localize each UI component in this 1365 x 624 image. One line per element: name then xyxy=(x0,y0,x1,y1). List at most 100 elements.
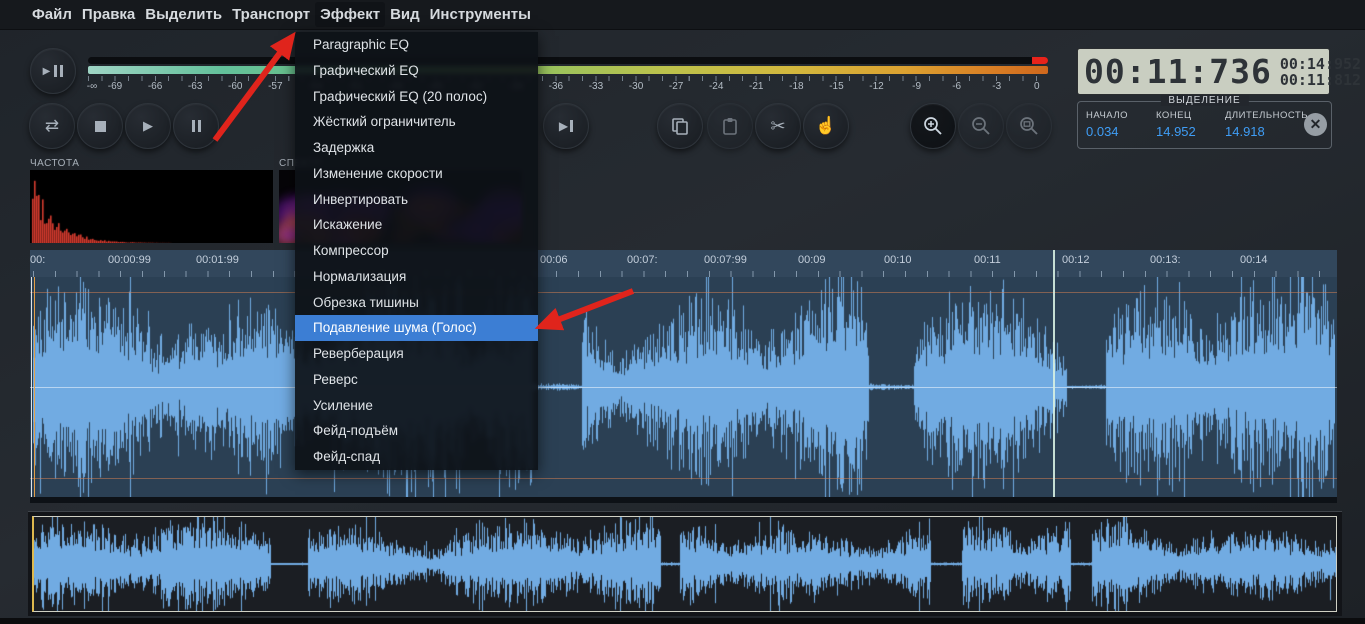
clear-selection-button[interactable]: ✕ xyxy=(1304,113,1327,136)
menubar-item-Инструменты[interactable]: Инструменты xyxy=(425,2,536,27)
scissors-icon: ✂ xyxy=(770,116,785,137)
meter-label: -69 xyxy=(108,81,122,92)
meter-clip-indicator xyxy=(1032,57,1048,64)
meter-label: -6 xyxy=(952,81,961,92)
current-time: 00:11:736 xyxy=(1084,52,1272,91)
effects-menu-item[interactable]: Усиление xyxy=(295,393,538,419)
selection-field: КОНЕЦ14.952 xyxy=(1156,110,1196,139)
paste-icon xyxy=(720,116,740,136)
menubar-item-Файл[interactable]: Файл xyxy=(27,2,77,27)
meter-label: -3 xyxy=(992,81,1001,92)
effects-menu-item[interactable]: Жёсткий ограничитель xyxy=(295,109,538,135)
meter-label: -60 xyxy=(228,81,242,92)
loop-icon: ⇄ xyxy=(45,116,59,136)
effects-menu-item[interactable]: Фейд-спад xyxy=(295,444,538,470)
meter-label: -33 xyxy=(589,81,603,92)
menubar-item-Эффект[interactable]: Эффект xyxy=(315,2,385,27)
effects-menu-item[interactable]: Инвертировать xyxy=(295,187,538,213)
effects-menu-item[interactable]: Обрезка тишины xyxy=(295,290,538,316)
effects-menu-item[interactable]: Компрессор xyxy=(295,238,538,264)
meter-label: -27 xyxy=(669,81,683,92)
play-icon: ▶ xyxy=(43,66,51,77)
timeline-label: 00:10 xyxy=(884,254,912,266)
zoom-in-button[interactable] xyxy=(910,103,956,149)
pause-icon xyxy=(192,120,201,132)
effects-menu-item[interactable]: Нормализация xyxy=(295,264,538,290)
menubar-item-Выделить[interactable]: Выделить xyxy=(140,2,227,27)
effects-menu-item[interactable]: Искажение xyxy=(295,212,538,238)
loop-button[interactable]: ⇄ xyxy=(29,103,75,149)
meter-peak-bar xyxy=(88,57,1048,64)
menubar-item-Правка[interactable]: Правка xyxy=(77,2,140,27)
frequency-analyzer xyxy=(30,170,273,243)
effects-menu-item[interactable]: Графический EQ xyxy=(295,58,538,84)
menubar-item-Транспорт[interactable]: Транспорт xyxy=(227,2,315,27)
selection-panel: ВЫДЕЛЕНИЕ НАЧАЛО0.034КОНЕЦ14.952ДЛИТЕЛЬН… xyxy=(1077,101,1332,149)
stop-icon xyxy=(95,121,106,132)
zoom-out-button[interactable] xyxy=(958,103,1004,149)
menubar-item-Вид[interactable]: Вид xyxy=(385,2,425,27)
timeline-ruler[interactable]: 00:00:00:9900:01:9900:0600:07:00:07:9900… xyxy=(30,250,1337,277)
timeline-label: 00: xyxy=(30,254,45,266)
effects-menu-item[interactable]: Задержка xyxy=(295,135,538,161)
pause-button[interactable] xyxy=(173,103,219,149)
meter-label: -12 xyxy=(869,81,883,92)
selection-field: ДЛИТЕЛЬНОСТЬ14.918 xyxy=(1225,110,1308,139)
effects-menu-item[interactable]: Реверберация xyxy=(295,341,538,367)
skip-end-icon: ▶ xyxy=(559,119,568,133)
effects-menu-item[interactable]: Графический EQ (20 полос) xyxy=(295,84,538,110)
overview-waveform[interactable] xyxy=(33,517,1337,611)
meter-label: -18 xyxy=(789,81,803,92)
effects-menu-item[interactable]: Изменение скорости xyxy=(295,161,538,187)
overview-strip[interactable] xyxy=(28,511,1342,616)
timeline-label: 00:07:99 xyxy=(704,254,747,266)
meter-label: -66 xyxy=(148,81,162,92)
effects-menu-item[interactable]: Paragraphic EQ xyxy=(295,32,538,58)
selection-field: НАЧАЛО0.034 xyxy=(1086,110,1128,139)
zoom-out-icon xyxy=(970,115,992,137)
audio-editor-app: ФайлПравкаВыделитьТранспортЭффектВидИнст… xyxy=(0,0,1365,624)
level-meter: -∞-69-66-63-60-57-54-51-48-45-42-39-36-3… xyxy=(88,55,1048,95)
effects-menu-item[interactable]: Реверс xyxy=(295,367,538,393)
copy-icon xyxy=(670,116,690,136)
meter-label: -∞ xyxy=(87,81,97,92)
waveform-bottom-strip xyxy=(30,497,1337,503)
meter-label: 0 xyxy=(1034,81,1040,92)
effects-menu-item[interactable]: Подавление шума (Голос) xyxy=(295,315,538,341)
waveform-canvas[interactable] xyxy=(33,277,1335,497)
timeline-label: 00:07: xyxy=(627,254,658,266)
draw-tool-button[interactable]: ☝ xyxy=(803,103,849,149)
meter-label: -9 xyxy=(912,81,921,92)
play-pause-button[interactable]: ▶ xyxy=(30,48,76,94)
timeline-label: 00:09 xyxy=(798,254,826,266)
meter-label: -36 xyxy=(549,81,563,92)
remaining-time: 00:11:812 xyxy=(1280,72,1361,88)
effects-menu-item[interactable]: Фейд-подъём xyxy=(295,418,538,444)
timeline-label: 00:00:99 xyxy=(108,254,151,266)
frequency-panel-label: ЧАСТОТА xyxy=(30,158,79,169)
meter-label: -30 xyxy=(629,81,643,92)
copy-button[interactable] xyxy=(657,103,703,149)
selection-panel-title: ВЫДЕЛЕНИЕ xyxy=(1160,95,1248,106)
timeline-label: 00:11 xyxy=(974,254,1001,266)
meter-label: -15 xyxy=(829,81,843,92)
zoom-fit-button[interactable] xyxy=(1006,103,1052,149)
time-display: 00:11:736 00:14:952 00:11:812 xyxy=(1077,48,1330,95)
total-time: 00:14:952 xyxy=(1280,56,1361,72)
waveform-area[interactable] xyxy=(30,277,1337,497)
meter-label: -21 xyxy=(749,81,763,92)
meter-label: -57 xyxy=(268,81,282,92)
play-icon: ▶ xyxy=(143,118,153,134)
play-button[interactable]: ▶ xyxy=(125,103,171,149)
meter-label: -24 xyxy=(709,81,723,92)
zoom-in-icon xyxy=(922,115,944,137)
timeline-label: 00:14 xyxy=(1240,254,1268,266)
timeline-label: 00:12 xyxy=(1062,254,1090,266)
skip-end-button[interactable]: ▶ xyxy=(543,103,589,149)
paste-button[interactable] xyxy=(707,103,753,149)
stop-button[interactable] xyxy=(77,103,123,149)
meter-scale-labels: -∞-69-66-63-60-57-54-51-48-45-42-39-36-3… xyxy=(88,81,1048,95)
menubar: ФайлПравкаВыделитьТранспортЭффектВидИнст… xyxy=(0,0,1365,30)
timeline-label: 00:13: xyxy=(1150,254,1181,266)
cut-button[interactable]: ✂ xyxy=(755,103,801,149)
